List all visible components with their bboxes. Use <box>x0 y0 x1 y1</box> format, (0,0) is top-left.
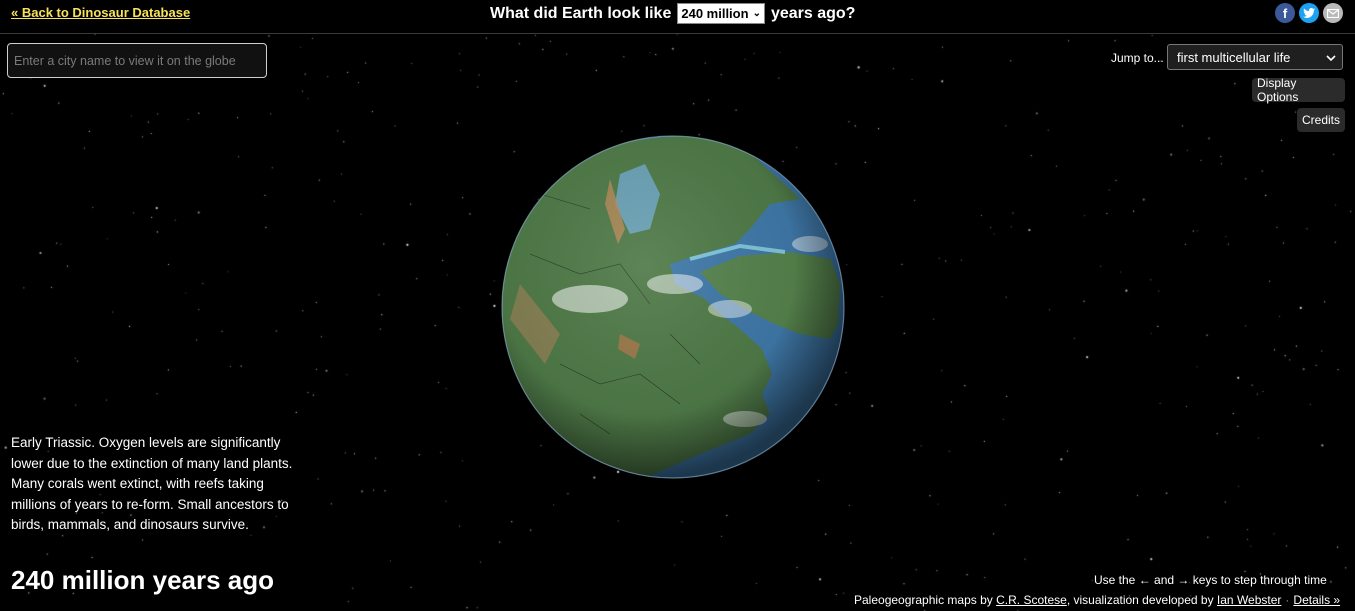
jump-to-label: Jump to... <box>1111 51 1164 65</box>
headline-prefix: What did Earth look like <box>490 4 672 22</box>
chevron-down-icon: ⌄ <box>752 8 761 19</box>
credits-middle: , visualization developed by <box>1066 593 1214 607</box>
header: « Back to Dinosaur Database What did Ear… <box>0 0 1355 34</box>
jump-to-select[interactable]: first multicellular life <box>1167 44 1343 70</box>
credits-button[interactable]: Credits <box>1297 108 1345 132</box>
chevron-down-icon <box>1326 50 1336 65</box>
back-to-database-link[interactable]: « Back to Dinosaur Database <box>11 5 190 20</box>
page-headline: What did Earth look like 240 million ⌄ y… <box>490 3 855 24</box>
headline-suffix: years ago? <box>770 4 856 22</box>
keyboard-hint: Use the ← and → keys to step through tim… <box>1094 573 1327 587</box>
scotese-link[interactable]: C.R. Scotese <box>996 593 1067 607</box>
credits-line: Paleogeographic maps by C.R. Scotese, vi… <box>854 593 1340 607</box>
years-ago-selected: 240 million <box>681 6 749 21</box>
webster-link[interactable]: Ian Webster <box>1217 593 1281 607</box>
credits-prefix: Paleogeographic maps by <box>854 593 993 607</box>
city-search-input[interactable] <box>7 43 267 78</box>
jump-to-selected: first multicellular life <box>1177 49 1291 65</box>
years-ago-select[interactable]: 240 million ⌄ <box>677 3 765 24</box>
separator: · <box>1285 593 1290 607</box>
display-options-button[interactable]: Display Options <box>1252 76 1345 104</box>
twitter-icon[interactable] <box>1299 3 1319 23</box>
facebook-icon[interactable]: f <box>1275 3 1295 23</box>
era-title: 240 million years ago <box>11 565 275 595</box>
era-description: Early Triassic. Oxygen levels are signif… <box>11 435 293 532</box>
details-link[interactable]: Details » <box>1293 593 1340 607</box>
earth-globe[interactable] <box>500 134 846 480</box>
email-icon[interactable] <box>1323 3 1343 23</box>
